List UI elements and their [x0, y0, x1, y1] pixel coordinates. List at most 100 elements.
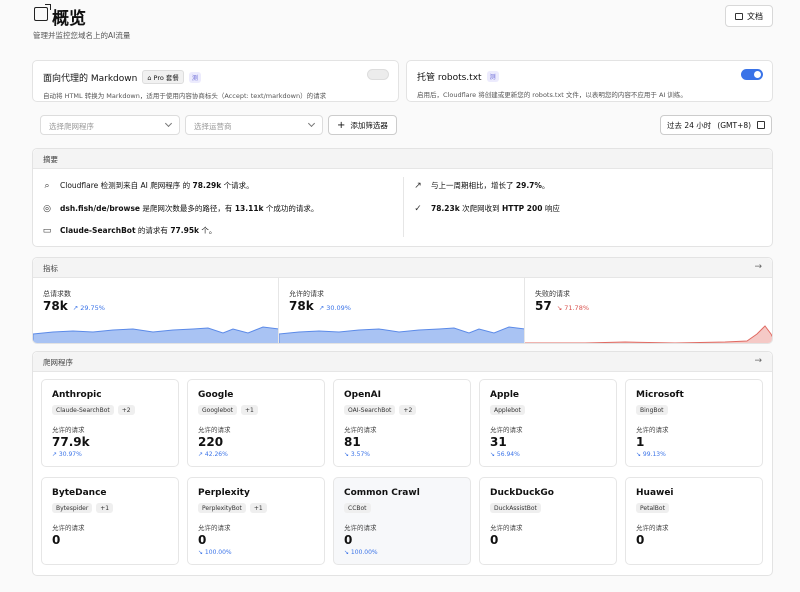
crawler-value: 0 [344, 533, 353, 547]
crawler-tag: OAI-SearchBot [344, 405, 396, 415]
robots-toggle[interactable] [741, 69, 763, 80]
crawler-trend: ↘ 100.00% [198, 549, 232, 556]
globe-icon: ◎ [43, 203, 51, 214]
allowed-requests-label: 允许的请求 [198, 426, 231, 434]
add-filter-label: 添加筛选器 [350, 120, 388, 130]
robot-icon: ▭ [42, 225, 52, 236]
crawler-tag: PetalBot [636, 503, 669, 513]
crawlers-card: 爬网程序 → Anthropic Claude-SearchBot +2 允许的请求 77… [32, 351, 773, 576]
metric-sparkline [525, 325, 772, 343]
metric-allowed-requests[interactable]: 允许的请求 78k ↗ 30.09% [279, 278, 525, 343]
check-icon: ✓ [414, 203, 422, 214]
timezone-label: (GMT+8) [717, 120, 752, 130]
metric-sparkline [33, 326, 278, 343]
crawler-card[interactable]: OpenAI OAI-SearchBot +2 允许的请求 81 ↘ 3.57% [333, 379, 471, 467]
time-range-label: 过去 24 小时 [667, 120, 712, 130]
crawler-tag: CCBot [344, 503, 371, 513]
metric-trend: ↗ 30.09% [318, 304, 351, 312]
crawler-card[interactable]: Microsoft BingBot 允许的请求 1 ↘ 99.13% [625, 379, 763, 467]
arrow-right-icon[interactable]: → [754, 262, 762, 272]
crawler-tag: Claude-SearchBot [52, 405, 114, 415]
crawler-tags: DuckAssistBot [490, 503, 606, 513]
crawler-tag: +2 [117, 405, 135, 415]
page-subtitle: 管理并监控您域名上的AI流量 [33, 31, 131, 40]
robots-feature-desc: 启用后，Cloudflare 将创建或更新您的 robots.txt 文件，以表… [417, 91, 687, 99]
allowed-requests-label: 允许的请求 [52, 524, 85, 532]
markdown-feature-card: 面向代理的 Markdown ⌂ Pro 套餐 测 自动将 HTML 转换为 M… [32, 60, 399, 102]
docs-button-label: 文档 [747, 11, 763, 21]
arrow-up-right-icon: ↗ [414, 180, 422, 191]
metric-total-requests[interactable]: 总请求数 78k ↗ 29.75% [33, 278, 279, 343]
crawlers-header[interactable]: 爬网程序 → [33, 352, 772, 372]
crawler-value: 81 [344, 435, 361, 449]
crawler-select[interactable]: 选择爬网程序 [40, 115, 180, 135]
crawler-tag: +1 [96, 503, 114, 513]
crawler-trend: ↘ 56.94% [490, 451, 520, 458]
crawler-card[interactable]: Common Crawl CCBot 允许的请求 0 ↘ 100.00% [333, 477, 471, 565]
docs-button[interactable]: 文档 [725, 5, 773, 27]
pro-plan-badge: ⌂ Pro 套餐 [142, 70, 184, 84]
crawler-card[interactable]: DuckDuckGo DuckAssistBot 允许的请求 0 [479, 477, 617, 565]
crawler-tag: Googlebot [198, 405, 237, 415]
operator-select-placeholder: 选择运营商 [194, 122, 232, 131]
crawler-value: 77.9k [52, 435, 90, 449]
crawler-tag: PerplexityBot [198, 503, 246, 513]
crawler-trend: ↗ 42.26% [198, 451, 228, 458]
crawler-name: ByteDance [52, 488, 107, 498]
crawler-card[interactable]: Apple Applebot 允许的请求 31 ↘ 56.94% [479, 379, 617, 467]
beta-badge: 测 [486, 71, 499, 82]
add-filter-button[interactable]: + 添加筛选器 [328, 115, 397, 135]
crawler-card[interactable]: Google Googlebot +1 允许的请求 220 ↗ 42.26% [187, 379, 325, 467]
crawler-tag: +1 [249, 503, 267, 513]
crawler-card[interactable]: Anthropic Claude-SearchBot +2 允许的请求 77.9k ↗ 3… [41, 379, 179, 467]
crawler-tags: CCBot [344, 503, 460, 513]
crawler-tags: PetalBot [636, 503, 752, 513]
calendar-icon [757, 121, 766, 129]
markdown-feature-title: 面向代理的 Markdown [43, 73, 138, 84]
crawler-tags: BingBot [636, 405, 752, 415]
metric-label: 总请求数 [43, 290, 71, 298]
crawler-name: OpenAI [344, 390, 381, 400]
magnify-icon: ⌕ [44, 180, 50, 191]
crawler-value: 0 [198, 533, 207, 547]
markdown-toggle[interactable] [367, 69, 389, 80]
allowed-requests-label: 允许的请求 [490, 426, 523, 434]
crawler-value: 1 [636, 435, 645, 449]
crawler-trend: ↘ 99.13% [636, 451, 666, 458]
crawler-name: Perplexity [198, 488, 250, 498]
crawler-tags: Applebot [490, 405, 606, 415]
robots-feature-card: 托管 robots.txt 测 启用后，Cloudflare 将创建或更新您的 … [406, 60, 773, 102]
operator-select[interactable]: 选择运营商 [185, 115, 323, 135]
metrics-card: 指标 → 总请求数 78k ↗ 29.75% 允许的请求 78k ↗ 30.09% 失… [32, 257, 773, 344]
summary-header: 摘要 [33, 149, 772, 169]
metric-value: 78k [43, 299, 68, 313]
crawler-value: 0 [52, 533, 61, 547]
beta-badge: 测 [188, 71, 201, 83]
crawler-card[interactable]: Perplexity PerplexityBot +1 允许的请求 0 ↘ 100.00% [187, 477, 325, 565]
summary-card: 摘要 ⌕ Cloudflare 检测到来自 AI 爬网程序 的 78.29k 个… [32, 148, 773, 247]
summary-item: ✓ 78.23k 次爬网收到 HTTP 200 响应 [414, 203, 560, 214]
crawler-name: Apple [490, 390, 520, 400]
robots-feature-title: 托管 robots.txt [417, 73, 482, 83]
summary-item: ↗ 与上一周期相比，增长了 29.7%。 [414, 180, 550, 191]
crawler-trend: ↘ 100.00% [344, 549, 378, 556]
summary-item: ◎ dsh.fish/de/browse 是爬网次数最多的路径，有 13.11k… [43, 203, 319, 214]
time-range-picker[interactable]: 过去 24 小时 (GMT+8) [660, 115, 773, 135]
crawler-name: Huawei [636, 488, 674, 498]
allowed-requests-label: 允许的请求 [344, 426, 377, 434]
crawler-card[interactable]: Huawei PetalBot 允许的请求 0 [625, 477, 763, 565]
markdown-feature-desc: 自动将 HTML 转换为 Markdown，适用于使用内容协商标头（Accept… [43, 92, 327, 100]
crawler-trend: ↘ 3.57% [344, 451, 370, 458]
plus-icon: + [337, 119, 346, 131]
crawler-tag: Applebot [490, 405, 525, 415]
crawler-trend: ↗ 30.97% [52, 451, 82, 458]
crawler-value: 220 [198, 435, 224, 449]
metrics-header[interactable]: 指标 → [33, 258, 772, 278]
metric-sparkline [279, 326, 524, 343]
metric-label: 允许的请求 [289, 290, 324, 298]
metric-failed-requests[interactable]: 失败的请求 57 ↘ 71.78% [525, 278, 772, 343]
arrow-right-icon[interactable]: → [754, 356, 762, 366]
crawler-card[interactable]: ByteDance Bytespider +1 允许的请求 0 [41, 477, 179, 565]
crawler-name: DuckDuckGo [490, 488, 554, 498]
allowed-requests-label: 允许的请求 [198, 524, 231, 532]
